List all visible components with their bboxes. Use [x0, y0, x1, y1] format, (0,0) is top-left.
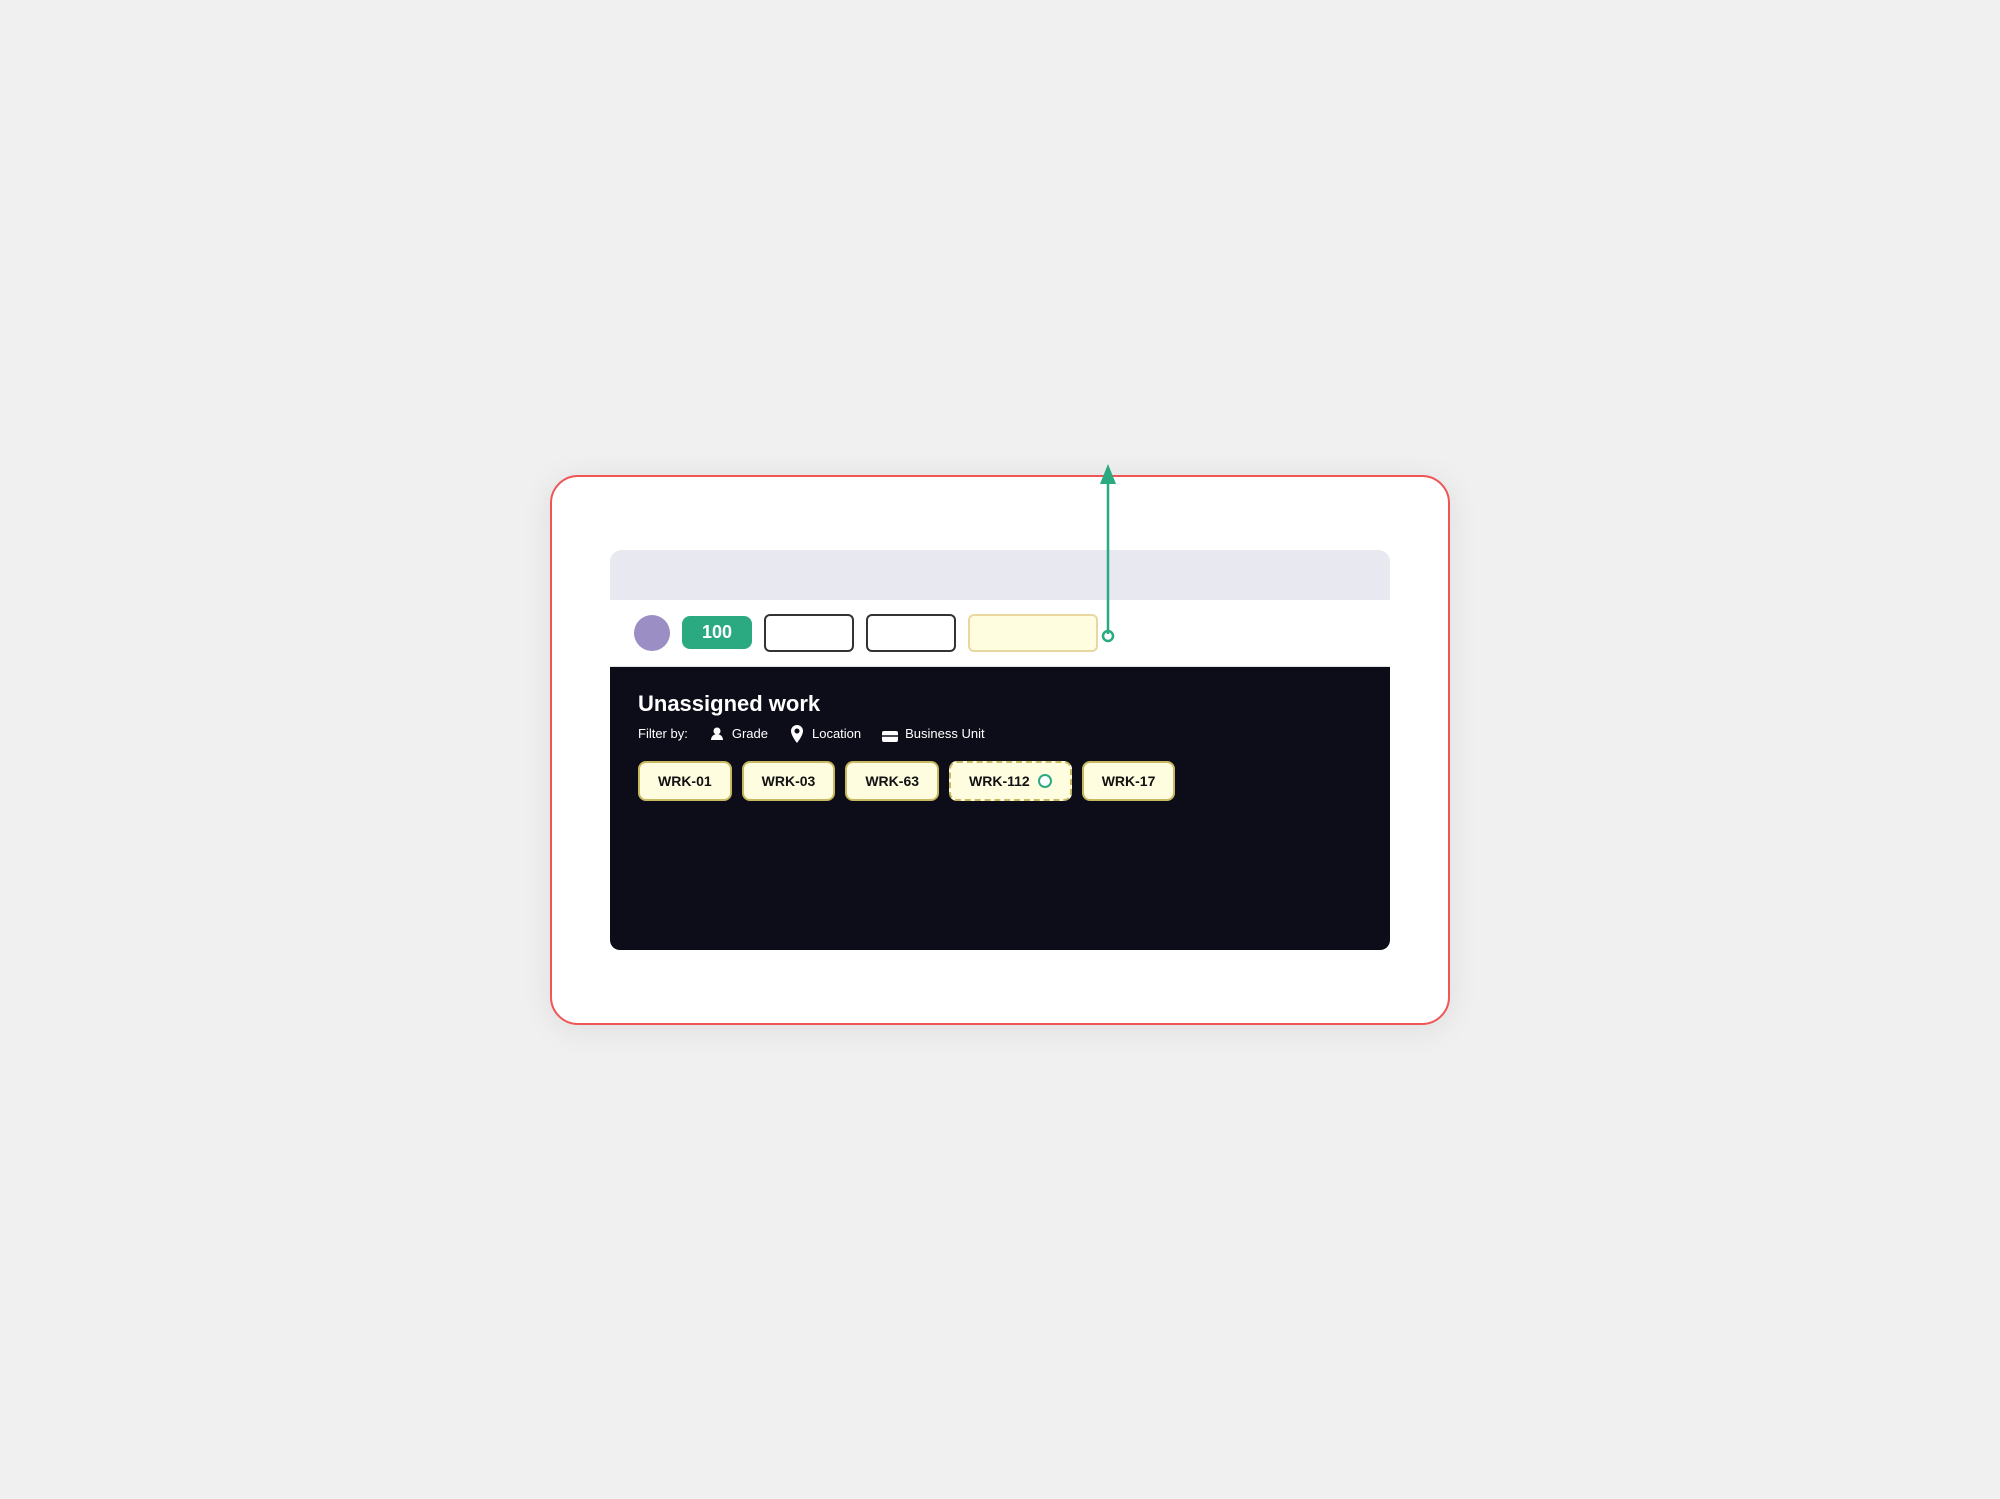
main-panel: Unassigned work Filter by: Grade — [610, 667, 1390, 950]
toolbar: 100 — [610, 600, 1390, 667]
input-field-2[interactable] — [866, 614, 956, 652]
work-item-wrk112-label: WRK-112 — [969, 773, 1030, 789]
input-field-1[interactable] — [764, 614, 854, 652]
briefcase-icon — [881, 725, 899, 743]
filter-location-label: Location — [812, 726, 861, 741]
work-item-wrk01[interactable]: WRK-01 — [638, 761, 732, 801]
work-item-wrk17[interactable]: WRK-17 — [1082, 761, 1176, 801]
filter-grade[interactable]: Grade — [708, 725, 768, 743]
outer-frame: 100 Unassigned work F — [550, 475, 1450, 1025]
work-item-wrk03[interactable]: WRK-03 — [742, 761, 836, 801]
filter-location[interactable]: Location — [788, 725, 861, 743]
filter-by-label: Filter by: — [638, 726, 688, 741]
input-field-highlighted[interactable] — [968, 614, 1098, 652]
score-badge: 100 — [682, 616, 752, 649]
panel-title: Unassigned work — [638, 691, 1362, 717]
filter-row: Filter by: Grade — [638, 725, 1362, 743]
inner-card: 100 Unassigned work F — [610, 550, 1390, 950]
top-bar — [610, 550, 1390, 600]
grade-icon — [708, 725, 726, 743]
work-items-row: WRK-01 WRK-03 WRK-63 WRK-112 WRK-17 — [638, 761, 1362, 801]
filter-business-unit-label: Business Unit — [905, 726, 984, 741]
avatar — [634, 615, 670, 651]
location-icon — [788, 725, 806, 743]
work-item-wrk112-active[interactable]: WRK-112 — [949, 761, 1072, 801]
filter-grade-label: Grade — [732, 726, 768, 741]
work-item-wrk63[interactable]: WRK-63 — [845, 761, 939, 801]
drag-handle[interactable] — [1038, 774, 1052, 788]
filter-business-unit[interactable]: Business Unit — [881, 725, 984, 743]
